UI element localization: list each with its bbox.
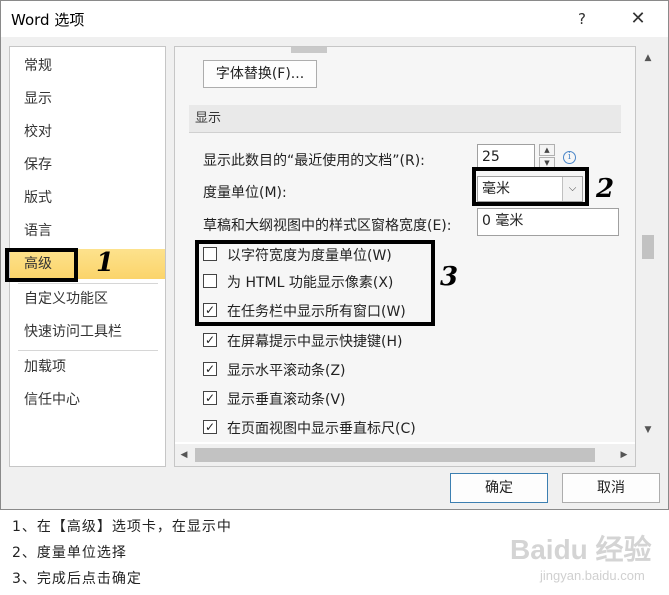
vertical-scrollbar[interactable]: ▲ ▼ <box>639 47 657 440</box>
instruction-line-1: 1、在【高级】选项卡，在显示中 <box>12 519 232 535</box>
annotation-box-units <box>472 167 589 206</box>
sidebar-item-add-ins[interactable]: 加载项 <box>10 352 165 382</box>
horizontal-scrollbar[interactable]: ◀ ▶ <box>175 444 635 466</box>
annotation-number-1: 1 <box>96 248 115 278</box>
sidebar-item-general[interactable]: 常规 <box>10 51 165 81</box>
sidebar-item-customize-ribbon[interactable]: 自定义功能区 <box>10 284 165 314</box>
option-label: 在页面视图中显示垂直标尺(C) <box>227 421 416 437</box>
option-label: 显示垂直滚动条(V) <box>227 392 346 408</box>
cancel-button[interactable]: 取消 <box>562 473 660 503</box>
scroll-down-arrow-icon[interactable]: ▼ <box>639 421 657 439</box>
help-button[interactable]: ? <box>567 5 597 33</box>
sidebar-item-quick-access-toolbar[interactable]: 快速访问工具栏 <box>10 317 165 347</box>
spin-up-button[interactable]: ▲ <box>539 144 555 156</box>
checkbox-checked[interactable]: ✓ <box>203 362 217 376</box>
checkbox-checked[interactable]: ✓ <box>203 333 217 347</box>
sidebar-item-trust-center[interactable]: 信任中心 <box>10 385 165 415</box>
dialog-title: Word 选项 <box>11 11 85 29</box>
close-button[interactable]: ✕ <box>623 5 653 33</box>
horizontal-scrollbar-thumb[interactable] <box>195 448 595 462</box>
title-bar: Word 选项 ? ✕ <box>1 1 668 37</box>
annotation-box-options <box>195 240 435 326</box>
sidebar-item-display[interactable]: 显示 <box>10 84 165 114</box>
scroll-up-arrow-icon[interactable]: ▲ <box>639 49 657 67</box>
style-area-width-input[interactable]: 0 毫米 <box>477 208 619 236</box>
scroll-indicator <box>291 47 327 53</box>
watermark-url: jingyan.baidu.com <box>540 568 645 583</box>
checkbox-checked[interactable]: ✓ <box>203 391 217 405</box>
style-area-width-label: 草稿和大纲视图中的样式区窗格宽度(E): <box>203 218 452 234</box>
recent-docs-label: 显示此数目的“最近使用的文档”(R): <box>203 153 425 169</box>
sidebar-item-layout[interactable]: 版式 <box>10 183 165 213</box>
scroll-right-arrow-icon[interactable]: ▶ <box>615 446 633 464</box>
display-section-header: 显示 <box>189 105 621 133</box>
sidebar-item-language[interactable]: 语言 <box>10 216 165 246</box>
sidebar-divider <box>18 350 158 351</box>
instruction-line-3: 3、完成后点击确定 <box>12 571 142 587</box>
annotation-number-3: 3 <box>440 262 459 292</box>
option-label: 在屏幕提示中显示快捷键(H) <box>227 334 403 350</box>
ok-button[interactable]: 确定 <box>450 473 548 503</box>
vertical-scrollbar-thumb[interactable] <box>642 235 654 259</box>
font-substitution-button[interactable]: 字体替换(F)... <box>203 60 317 88</box>
checkbox-checked[interactable]: ✓ <box>203 420 217 434</box>
sidebar-item-proofing[interactable]: 校对 <box>10 117 165 147</box>
annotation-box-advanced <box>5 248 78 282</box>
watermark-logo: Baidu 经验 <box>510 534 652 565</box>
annotation-number-2: 2 <box>596 174 615 204</box>
scroll-left-arrow-icon[interactable]: ◀ <box>175 446 193 464</box>
sidebar-item-save[interactable]: 保存 <box>10 150 165 180</box>
info-icon: i <box>563 151 576 164</box>
instruction-line-2: 2、度量单位选择 <box>12 545 127 561</box>
measurement-units-label: 度量单位(M): <box>203 185 287 201</box>
option-label: 显示水平滚动条(Z) <box>227 363 346 379</box>
